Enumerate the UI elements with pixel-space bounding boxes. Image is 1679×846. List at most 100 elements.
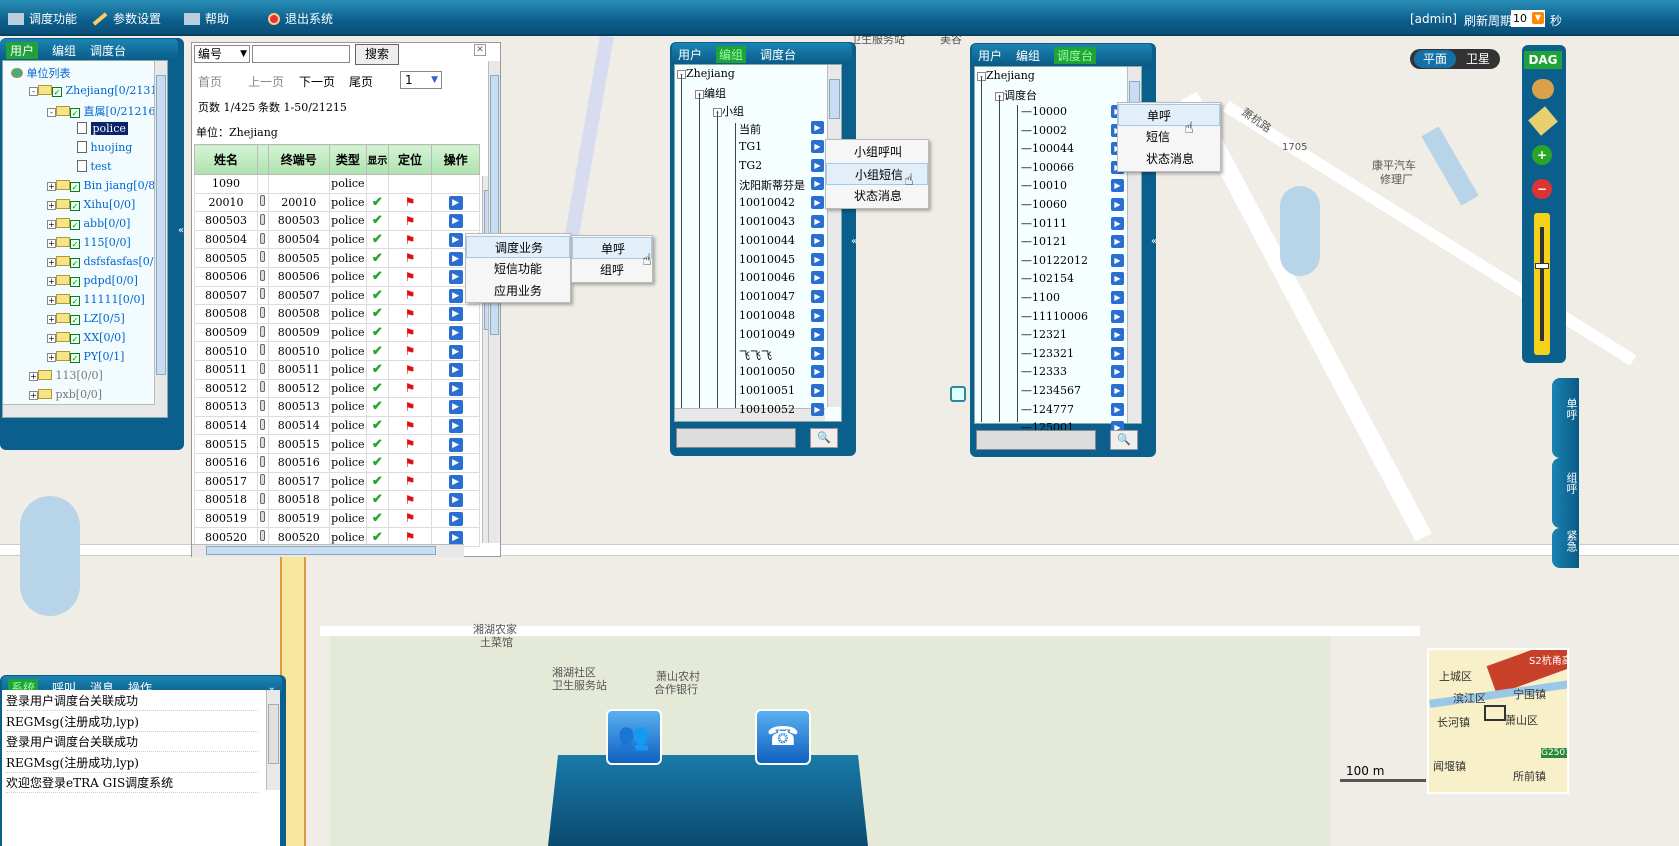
locate-flag-icon[interactable]: ⚑: [387, 471, 433, 492]
group-item[interactable]: TG1: [739, 140, 762, 153]
action-arrow-icon[interactable]: ▶: [811, 384, 824, 398]
table-row[interactable]: 1090 police: [194, 174, 480, 194]
action-arrow-icon[interactable]: ▶: [1111, 253, 1124, 267]
table-row[interactable]: 800515 800515 police ✔ ⚑ ▶: [194, 434, 480, 454]
tree-node[interactable]: - ✓ 直属[0/21216: [47, 103, 156, 119]
tree-node[interactable]: + ✓ 11111[0/0]: [47, 293, 145, 306]
tree-node[interactable]: + 113[0/0]: [29, 369, 103, 382]
menu-item-single-call[interactable]: 单呼: [572, 237, 652, 259]
action-arrow-icon[interactable]: ▶: [811, 327, 824, 341]
action-arrow-icon[interactable]: ▶: [431, 322, 480, 343]
console-item[interactable]: —10000: [1021, 105, 1067, 118]
locate-flag-icon[interactable]: ⚑: [387, 304, 433, 324]
collapse-panel-icon[interactable]: «: [851, 236, 857, 247]
tab-groups[interactable]: 编组: [1016, 47, 1040, 64]
tree-root[interactable]: -Zhejiang: [977, 69, 1035, 82]
action-arrow-icon[interactable]: ▶: [811, 252, 824, 266]
action-arrow-icon[interactable]: ▶: [1111, 309, 1124, 323]
action-arrow-icon[interactable]: ▶: [811, 233, 824, 247]
locate-flag-icon[interactable]: ⚑: [387, 359, 433, 380]
action-arrow-icon[interactable]: ▶: [431, 415, 480, 436]
search-icon[interactable]: 🔍: [1110, 430, 1138, 450]
menu-settings[interactable]: 参数设置: [92, 10, 161, 27]
menu-item-sms[interactable]: 短信功能: [466, 258, 570, 280]
group-search-input[interactable]: [676, 428, 796, 448]
checkbox[interactable]: ✓: [70, 239, 80, 249]
tree-node[interactable]: -调度台: [995, 87, 1037, 103]
console-item[interactable]: —12321: [1021, 328, 1067, 341]
display-check-icon[interactable]: [366, 174, 389, 194]
checkbox[interactable]: ✓: [70, 220, 80, 230]
menu-item-dispatch[interactable]: 调度业务: [466, 236, 570, 258]
display-check-icon[interactable]: ✔: [366, 471, 389, 492]
group-item[interactable]: 飞飞飞: [739, 347, 772, 363]
action-arrow-icon[interactable]: ▶: [811, 271, 824, 285]
locate-flag-icon[interactable]: ⚑: [387, 452, 433, 473]
display-check-icon[interactable]: ✔: [366, 434, 389, 454]
refresh-select[interactable]: 10 ▼: [1511, 10, 1545, 27]
action-arrow-icon[interactable]: [431, 174, 480, 194]
table-row[interactable]: 800505 800505 police ✔ ⚑ ▶: [194, 248, 480, 268]
prev-page-link[interactable]: 上一页: [248, 73, 284, 90]
col-name[interactable]: 姓名: [194, 144, 258, 175]
tab-consoles[interactable]: 调度台: [1054, 46, 1097, 64]
group-item[interactable]: 10010046: [739, 271, 795, 284]
action-arrow-icon[interactable]: ▶: [1111, 291, 1124, 304]
tree-node[interactable]: + ✓ abb[0/0]: [47, 217, 130, 230]
checkbox[interactable]: ✓: [70, 277, 80, 287]
tree-scrollbar[interactable]: [154, 61, 167, 417]
group-item[interactable]: 10010045: [739, 253, 795, 266]
action-arrow-icon[interactable]: ▶: [431, 304, 480, 324]
col-type[interactable]: 类型: [328, 144, 368, 175]
locate-flag-icon[interactable]: ⚑: [387, 434, 433, 454]
action-arrow-icon[interactable]: ▶: [431, 359, 480, 380]
collapse-panel-icon[interactable]: «: [178, 225, 188, 245]
action-arrow-icon[interactable]: ▶: [1111, 216, 1124, 230]
table-row[interactable]: 800516 800516 police ✔ ⚑ ▶: [194, 452, 480, 473]
table-row[interactable]: 800519 800519 police ✔ ⚑ ▶: [194, 508, 480, 529]
action-arrow-icon[interactable]: ▶: [811, 196, 824, 210]
table-row[interactable]: 800507 800507 police ✔ ⚑ ▶: [194, 285, 480, 306]
group-item[interactable]: 沈阳斯蒂芬是: [739, 177, 805, 193]
tree-hscrollbar[interactable]: [3, 404, 155, 417]
table-row[interactable]: 800513 800513 police ✔ ⚑ ▶: [194, 397, 480, 417]
action-arrow-icon[interactable]: ▶: [811, 346, 824, 360]
locate-flag-icon[interactable]: ⚑: [387, 229, 433, 250]
first-page-link[interactable]: 首页: [198, 73, 222, 90]
col-locate[interactable]: 定位: [387, 144, 433, 175]
group-item[interactable]: TG2: [739, 159, 762, 172]
console-item[interactable]: —10010: [1021, 179, 1067, 192]
display-check-icon[interactable]: ✔: [366, 304, 389, 324]
console-item[interactable]: —123321: [1021, 347, 1074, 360]
scroll-thumb[interactable]: [829, 79, 840, 119]
action-arrow-icon[interactable]: ▶: [431, 508, 480, 529]
menu-item-sms[interactable]: 短信: [1118, 126, 1220, 148]
console-item[interactable]: —124777: [1021, 403, 1074, 416]
console-item[interactable]: —10111: [1021, 217, 1067, 230]
action-arrow-icon[interactable]: ▶: [811, 177, 824, 191]
tree-root[interactable]: -Zhejiang: [677, 67, 735, 80]
menu-help[interactable]: 帮助: [184, 10, 229, 27]
menu-exit[interactable]: 退出系统: [268, 10, 333, 27]
menu-item-app[interactable]: 应用业务: [466, 280, 570, 302]
display-check-icon[interactable]: ✔: [366, 415, 389, 436]
action-arrow-icon[interactable]: ▶: [431, 211, 480, 231]
tab-users[interactable]: 用户: [978, 47, 1002, 64]
action-arrow-icon[interactable]: ▶: [431, 490, 480, 510]
action-arrow-icon[interactable]: ▶: [431, 192, 480, 213]
tree-node[interactable]: + pxb[0/0]: [29, 388, 102, 401]
console-item[interactable]: —10121: [1021, 235, 1067, 248]
action-arrow-icon[interactable]: ▶: [1111, 179, 1124, 193]
col-action[interactable]: 操作: [431, 144, 480, 175]
action-arrow-icon[interactable]: ▶: [1111, 402, 1124, 416]
tab-consoles[interactable]: 调度台: [90, 42, 126, 59]
contacts-call-icon[interactable]: 👥: [606, 709, 662, 765]
action-arrow-icon[interactable]: ▶: [1111, 198, 1124, 211]
locate-flag-icon[interactable]: ⚑: [387, 397, 433, 417]
col-display[interactable]: 显示: [366, 144, 389, 175]
overview-viewport[interactable]: [1484, 705, 1506, 721]
zoom-out-icon[interactable]: −: [1532, 179, 1552, 199]
console-item[interactable]: —1234567: [1021, 384, 1081, 397]
table-row[interactable]: 800514 800514 police ✔ ⚑ ▶: [194, 415, 480, 436]
checkbox[interactable]: ✓: [70, 258, 80, 268]
